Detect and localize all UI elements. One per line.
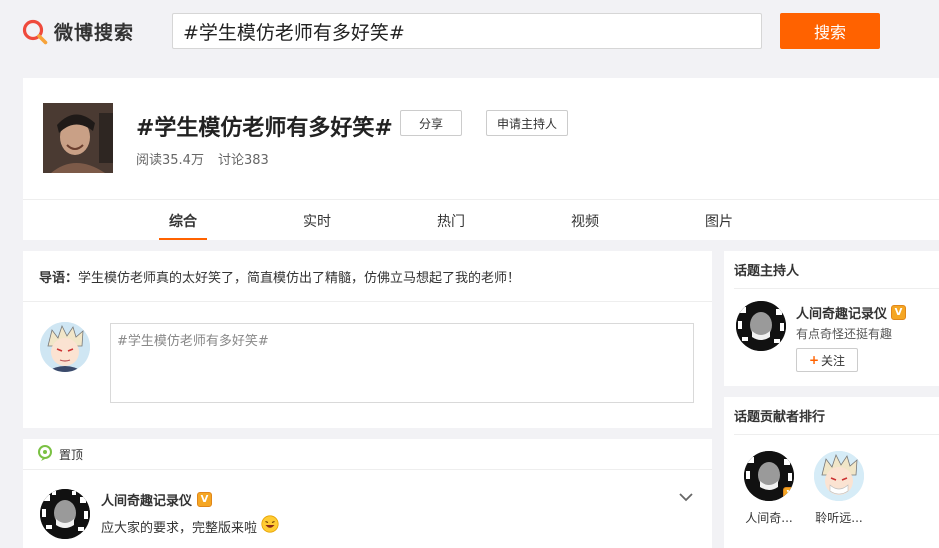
topic-title: #学生模仿老师有多好笑# bbox=[136, 116, 393, 141]
host-section-title: 话题主持人 bbox=[734, 251, 939, 289]
host-card: 话题主持人 人间奇趣记录仪 V 有点奇怪还挺有趣 + 关注 bbox=[724, 251, 939, 386]
contributor-item[interactable]: V 人间奇... bbox=[739, 451, 799, 526]
host-name-text[interactable]: 人间奇趣记录仪 bbox=[796, 303, 887, 322]
tab-video[interactable]: 视频 bbox=[561, 200, 609, 241]
contributor-name[interactable]: 聆听远... bbox=[809, 509, 869, 526]
verified-badge-icon: V bbox=[197, 492, 213, 507]
host-description: 有点奇怪还挺有趣 bbox=[796, 327, 893, 341]
post-author[interactable]: 人间奇趣记录仪 V bbox=[101, 490, 213, 509]
pin-icon bbox=[37, 444, 53, 464]
author-avatar[interactable] bbox=[40, 489, 90, 539]
intro-text: 学生模仿老师真的太好笑了，简直模仿出了精髓，仿佛立马想起了我的老师！ bbox=[78, 271, 521, 286]
post-text: 应大家的要求，完整版来啦 bbox=[101, 515, 279, 537]
pin-row: 置顶 bbox=[23, 439, 712, 470]
chevron-down-icon[interactable] bbox=[678, 491, 694, 503]
apply-host-button[interactable]: 申请主持人 bbox=[486, 110, 568, 136]
logo-text: 微博搜索 bbox=[54, 22, 135, 44]
topic-cover-image bbox=[43, 103, 113, 173]
active-tab-indicator bbox=[159, 238, 207, 240]
top-bar: 微博搜索 #学生模仿老师有多好笑# 搜索 bbox=[0, 0, 939, 64]
intro-label: 导语： bbox=[39, 271, 79, 286]
laughing-emoji-icon bbox=[261, 515, 279, 537]
intro-card: 导语：学生模仿老师真的太好笑了，简直模仿出了精髓，仿佛立马想起了我的老师！ #学… bbox=[23, 251, 712, 428]
topic-stats: 阅读35.4万 讨论383 bbox=[136, 149, 269, 168]
weibo-search-logo-icon bbox=[22, 19, 48, 45]
weibo-search-logo[interactable]: 微博搜索 bbox=[22, 18, 134, 45]
tab-comprehensive[interactable]: 综合 bbox=[159, 200, 207, 241]
topic-header-card: #学生模仿老师有多好笑# 分享 申请主持人 阅读35.4万 讨论383 综合 实… bbox=[23, 78, 939, 240]
contributor-name[interactable]: 人间奇... bbox=[739, 509, 799, 526]
contributor-avatar[interactable] bbox=[814, 451, 864, 501]
share-button[interactable]: 分享 bbox=[400, 110, 462, 136]
tab-hot[interactable]: 热门 bbox=[427, 200, 475, 241]
host-avatar[interactable] bbox=[736, 301, 786, 351]
search-input[interactable]: #学生模仿老师有多好笑# bbox=[172, 13, 762, 49]
follow-button[interactable]: + 关注 bbox=[796, 348, 858, 372]
divider bbox=[23, 301, 712, 302]
verified-badge-icon: V bbox=[783, 487, 794, 501]
host-name[interactable]: 人间奇趣记录仪 V bbox=[796, 303, 907, 322]
follow-label: 关注 bbox=[821, 353, 846, 368]
tab-image[interactable]: 图片 bbox=[695, 200, 743, 241]
contributors-title: 话题贡献者排行 bbox=[734, 397, 939, 435]
user-avatar[interactable] bbox=[40, 322, 90, 372]
contributor-item[interactable]: 聆听远... bbox=[809, 451, 869, 526]
contributors-card: 话题贡献者排行 V 人间奇... 聆听远... bbox=[724, 397, 939, 548]
compose-textarea[interactable]: #学生模仿老师有多好笑# bbox=[110, 323, 694, 403]
pinned-post-card: 置顶 人间奇趣记录仪 V 应大家的要求，完整版来啦 bbox=[23, 439, 712, 548]
post-author-name[interactable]: 人间奇趣记录仪 bbox=[101, 490, 192, 509]
verified-badge-icon: V bbox=[891, 305, 907, 320]
topic-tabs: 综合 实时 热门 视频 图片 bbox=[23, 199, 939, 240]
contributor-avatar[interactable]: V bbox=[744, 451, 794, 501]
intro-line: 导语：学生模仿老师真的太好笑了，简直模仿出了精髓，仿佛立马想起了我的老师！ bbox=[39, 267, 520, 286]
post-text-content: 应大家的要求，完整版来啦 bbox=[101, 520, 258, 536]
read-count: 阅读35.4万 bbox=[136, 153, 204, 168]
pin-label: 置顶 bbox=[59, 447, 84, 462]
plus-icon: + bbox=[808, 353, 820, 367]
search-button[interactable]: 搜索 bbox=[780, 13, 880, 49]
tab-realtime[interactable]: 实时 bbox=[293, 200, 341, 241]
discussion-count: 讨论383 bbox=[217, 153, 269, 168]
